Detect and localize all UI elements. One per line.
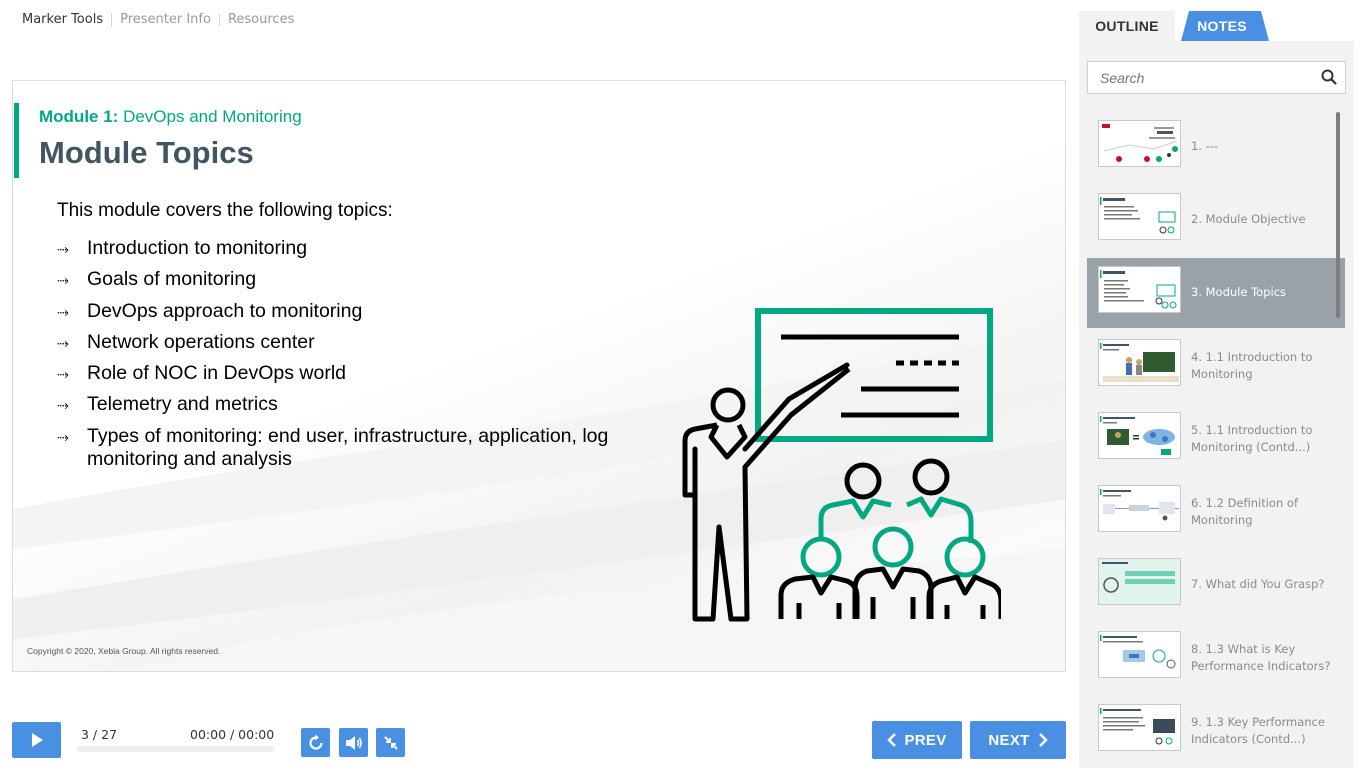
slide-thumbnail [1098,704,1181,751]
slide-canvas: Module 1: DevOps and Monitoring Module T… [12,80,1066,672]
slide-list-item-label: 1. --- [1191,139,1219,154]
slide-list-item-label: 8. 1.3 What is Key Performance Indicator… [1191,641,1331,674]
tab-presenter-info[interactable]: Presenter Info [112,12,219,27]
timecode: 00:00 / 00:00 [190,727,275,742]
slide-list-item[interactable]: 6. 1.2 Definition of Monitoring [1087,477,1345,547]
volume-icon [345,735,362,750]
topic-item: ⤑ Types of monitoring: end user, infrastr… [57,425,637,471]
top-tabs: Marker Tools Presenter Info Resources [14,12,302,27]
topic-item: ⤑ DevOps approach to monitoring [57,300,637,324]
presenter-with-audience-icon [682,308,1001,622]
slide-list-item[interactable]: 3. Module Topics [1087,258,1345,328]
course-player: Marker Tools Presenter Info Resources Mo… [0,0,1366,768]
slide-list-item-label: 5. 1.1 Introduction to Monitoring (Contd… [1191,422,1313,455]
slide-thumbnail [1098,193,1181,240]
topic-item: ⤑ Telemetry and metrics [57,393,637,417]
search-icon[interactable] [1321,69,1337,85]
slide-list-item[interactable]: 9. 1.3 Key Performance Indicators (Contd… [1087,696,1345,766]
topic-text: Telemetry and metrics [87,393,278,416]
tab-resources[interactable]: Resources [220,12,302,27]
search-box [1087,61,1346,94]
arrow-bullet-icon: ⤑ [57,302,70,321]
slide-thumbnail [1098,412,1181,459]
next-button[interactable]: NEXT [970,721,1066,759]
slide-thumbnail [1098,266,1181,313]
topic-text: DevOps approach to monitoring [87,299,363,322]
volume-button[interactable] [339,728,368,757]
module-name: DevOps and Monitoring [118,107,302,126]
topic-list: ⤑ Introduction to monitoring ⤑ Goals of mo… [57,237,637,478]
slide-list-item[interactable]: 5. 1.1 Introduction to Monitoring (Contd… [1087,404,1345,474]
topic-item: ⤑ Network operations center [57,331,637,355]
slide-list-item-label: 4. 1.1 Introduction to Monitoring [1191,349,1313,382]
tab-outline[interactable]: OUTLINE [1079,11,1175,41]
tab-marker-tools[interactable]: Marker Tools [14,12,111,27]
chevron-left-icon [887,733,897,747]
outline-panel: 1. --- 2. Module Objective [1079,41,1354,768]
play-icon [31,733,43,747]
sidebar-tabs: OUTLINE NOTES [1079,11,1354,41]
slide-list-scrollbar[interactable] [1336,112,1340,318]
replay-button[interactable] [301,728,330,757]
sidebar: OUTLINE NOTES Search 1. --- 2. Module Ob… [1079,0,1354,768]
search-input[interactable] [1088,62,1314,93]
title-accent-bar [14,103,19,178]
next-label: NEXT [988,731,1030,749]
topic-text: Types of monitoring: end user, infrastru… [87,424,609,470]
slide-list-item[interactable]: 4. 1.1 Introduction to Monitoring [1087,331,1345,401]
topic-item: ⤑ Role of NOC in DevOps world [57,362,637,386]
slide-list-item-label: 9. 1.3 Key Performance Indicators (Contd… [1191,714,1325,747]
replay-icon [308,734,323,750]
prev-button[interactable]: PREV [872,721,962,759]
topic-item: ⤑ Introduction to monitoring [57,237,637,261]
slide-list: 1. --- 2. Module Objective 3. Module Top… [1087,112,1345,768]
slide-list-item-label: 7. What did You Grasp? [1191,577,1325,592]
arrow-bullet-icon: ⤑ [57,365,70,384]
arrow-bullet-icon: ⤑ [57,271,70,290]
module-prefix: Module 1: [39,107,119,126]
slide-thumbnail [1098,120,1181,167]
slide-list-item[interactable]: 1. --- [1087,112,1345,182]
prev-label: PREV [904,731,947,749]
slide-intro: This module covers the following topics: [57,200,393,221]
topic-text: Role of NOC in DevOps world [87,362,347,385]
arrow-bullet-icon: ⤑ [57,396,70,415]
topic-text: Introduction to monitoring [87,237,308,259]
tab-notes[interactable]: NOTES [1181,11,1269,41]
slide-thumbnail [1098,339,1181,386]
collapse-button[interactable] [376,728,405,757]
slide-title: Module Topics [39,135,254,170]
slide-list-item-label: 2. Module Objective [1191,212,1306,227]
arrow-bullet-icon: ⤑ [57,427,70,446]
topic-item: ⤑ Goals of monitoring [57,268,637,292]
module-heading: Module 1: DevOps and Monitoring [39,107,302,127]
slide-list-item[interactable]: 2. Module Objective [1087,185,1345,255]
tab-notes-label: NOTES [1197,18,1247,34]
topic-text: Goals of monitoring [87,268,257,291]
arrow-bullet-icon: ⤑ [57,333,70,352]
slide-list-item[interactable]: 7. What did You Grasp? [1087,550,1345,620]
slide-list-item-label: 3. Module Topics [1191,285,1287,300]
play-button[interactable] [12,722,61,758]
slide-thumbnail [1098,485,1181,532]
slide-thumbnail [1098,631,1181,678]
slide-copyright: Copyright © 2020, Xebia Group. All right… [27,646,221,656]
arrow-bullet-icon: ⤑ [57,240,70,258]
collapse-icon [383,735,398,750]
slide-thumbnail [1098,558,1181,605]
slide-counter: 3 / 27 [81,727,118,742]
slide-list-item-label: 6. 1.2 Definition of Monitoring [1191,495,1298,528]
slide-list-item[interactable]: 8. 1.3 What is Key Performance Indicator… [1087,623,1345,693]
chevron-right-icon [1038,733,1048,747]
topic-text: Network operations center [87,330,315,353]
seek-bar[interactable] [77,746,274,752]
